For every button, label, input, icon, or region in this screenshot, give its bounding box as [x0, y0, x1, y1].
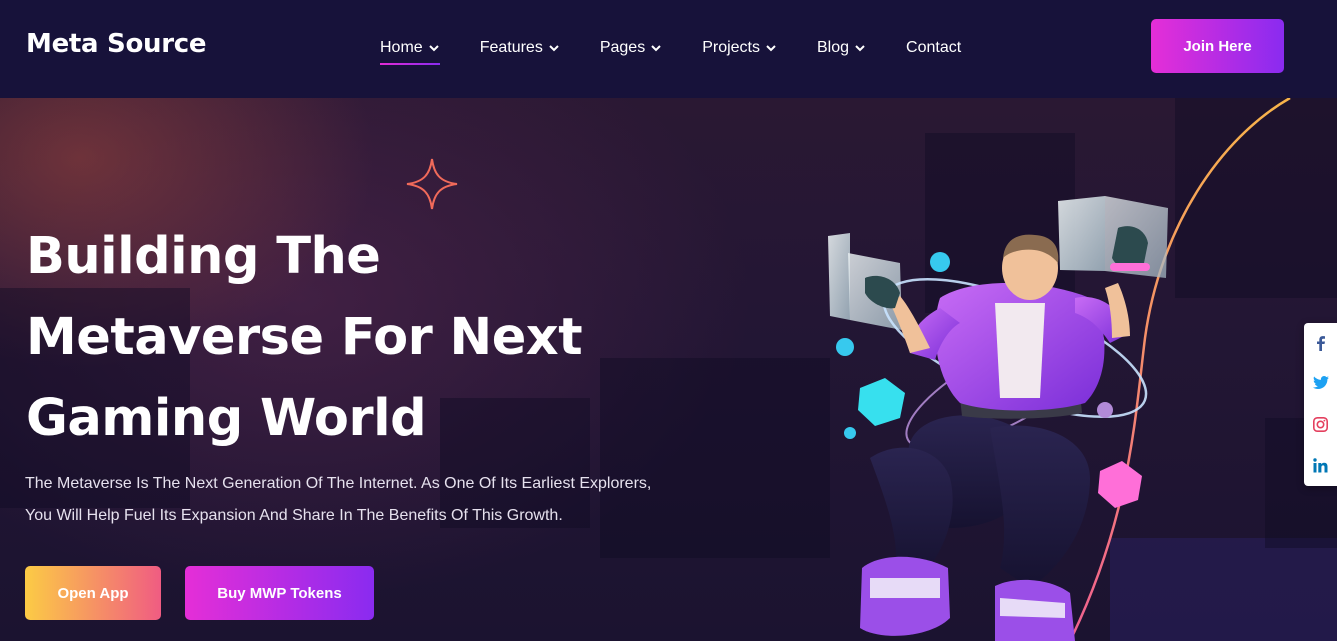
linkedin-link[interactable]: [1304, 445, 1337, 485]
facebook-link[interactable]: [1304, 323, 1337, 363]
nav-item-contact[interactable]: Contact: [906, 36, 961, 60]
nav-item-label: Pages: [599, 39, 646, 56]
sparkle-icon: [406, 158, 458, 210]
instagram-link[interactable]: [1304, 404, 1337, 444]
chevron-down-icon: [549, 45, 559, 52]
nav-item-home[interactable]: Home: [380, 36, 440, 65]
nav-item-label: Projects: [702, 39, 760, 56]
chevron-down-icon: [855, 45, 865, 52]
hero-description: The Metaverse Is The Next Generation Of …: [25, 468, 665, 532]
join-here-button[interactable]: Join Here: [1151, 19, 1284, 73]
social-links: [1304, 323, 1337, 486]
nav-item-label: Blog: [817, 39, 850, 56]
hero-description-line: You Will Help Fuel Its Expansion And Sha…: [25, 507, 563, 524]
nav-item-features[interactable]: Features: [480, 36, 560, 60]
chevron-down-icon: [766, 45, 776, 52]
hero-description-line: The Metaverse Is The Next Generation Of …: [25, 475, 652, 492]
site-logo[interactable]: Meta Source: [26, 29, 207, 59]
hero-section: Building The Metaverse For Next Gaming W…: [0, 98, 1337, 641]
nav-item-pages[interactable]: Pages: [600, 36, 662, 60]
instagram-icon: [1313, 416, 1328, 432]
twitter-icon: [1312, 376, 1329, 389]
site-header: Meta Source Home Features Pages Projects…: [0, 0, 1337, 98]
hero-title-line: Building The: [26, 227, 381, 286]
chevron-down-icon: [651, 45, 661, 52]
hero-title: Building The Metaverse For Next Gaming W…: [26, 216, 626, 459]
nav-item-label: Home: [380, 39, 423, 56]
twitter-link[interactable]: [1304, 363, 1337, 403]
facebook-icon: [1316, 336, 1325, 351]
nav-item-projects[interactable]: Projects: [702, 36, 777, 60]
open-app-button[interactable]: Open App: [25, 566, 161, 620]
nav-item-blog[interactable]: Blog: [817, 36, 866, 60]
buy-tokens-button[interactable]: Buy MWP Tokens: [185, 566, 374, 620]
hero-character-illustration: [828, 98, 1291, 641]
nav-item-label: Contact: [906, 39, 962, 56]
nav-item-label: Features: [479, 39, 543, 56]
hero-title-line: Gaming World: [26, 389, 427, 448]
main-nav: Home Features Pages Projects Blog Contac…: [380, 36, 961, 65]
linkedin-icon: [1313, 457, 1328, 472]
chevron-down-icon: [428, 45, 439, 52]
hero-title-line: Metaverse For Next: [26, 308, 583, 367]
